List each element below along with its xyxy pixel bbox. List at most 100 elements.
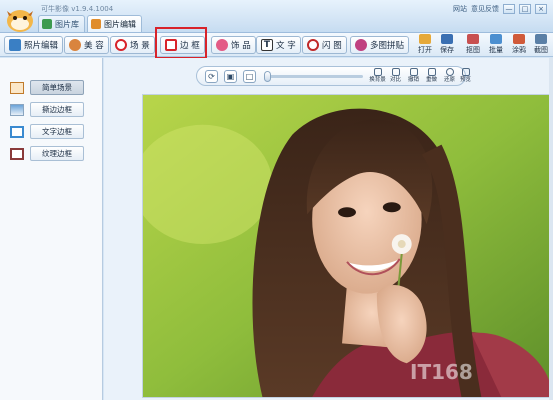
scene-icon: [115, 39, 127, 51]
batch-icon: [490, 34, 502, 44]
action-label: 还原: [443, 77, 455, 83]
image-toolbar: ⟳ ▣ □ 换背景 对比 撤销 重做 还原 预览: [196, 66, 471, 86]
open-icon: [419, 34, 431, 44]
rotate-button[interactable]: ⟳: [205, 70, 218, 83]
category-label: 纹理边框: [30, 146, 84, 161]
beauty-button[interactable]: 美 容: [64, 36, 109, 54]
restore-icon: [445, 68, 454, 76]
restore-button[interactable]: 还原: [441, 68, 458, 86]
zoom-slider[interactable]: [267, 75, 363, 78]
tab-image-library[interactable]: 图片库: [38, 15, 85, 32]
fit-screen-icon: ▣: [226, 72, 235, 81]
category-torn-frame[interactable]: 撕边边框: [10, 102, 84, 117]
canvas-area: ⟳ ▣ □ 换背景 对比 撤销 重做 还原 预览: [104, 58, 553, 400]
preview-icon: [461, 68, 470, 76]
toolbar-label: 保存: [440, 46, 454, 54]
redo-icon: [427, 68, 436, 76]
tab-label: 图片库: [55, 19, 79, 29]
screenshot-button[interactable]: 截图: [530, 34, 552, 56]
collage-icon: [355, 39, 367, 51]
preview-button[interactable]: 预览: [457, 68, 474, 86]
edit-icon: [91, 19, 101, 29]
category-simple-scene[interactable]: 简单场景: [10, 80, 84, 95]
scene-button[interactable]: 场 景: [110, 36, 155, 54]
action-label: 重做: [425, 77, 437, 83]
action-label: 预览: [459, 77, 471, 83]
toolbar-label: 抠图: [466, 46, 480, 54]
toolbar-label: 闪 图: [322, 41, 342, 51]
toolbar-label: 场 景: [130, 41, 150, 51]
main-toolbar: 照片编辑 美 容 场 景 边 框 饰 品 T 文 字 闪 图 多图拼贴 打开 保…: [0, 33, 553, 57]
fit-screen-button[interactable]: ▣: [224, 70, 237, 83]
cutout-button[interactable]: 抠图: [462, 34, 484, 56]
action-label: 对比: [389, 77, 401, 83]
toolbar-label: 截图: [534, 46, 548, 54]
toolbar-label: 涂鸦: [512, 46, 526, 54]
category-text-frame[interactable]: 文字边框: [10, 124, 84, 139]
beauty-face-icon: [69, 39, 81, 51]
compare-icon: [391, 68, 400, 76]
flash-button[interactable]: 闪 图: [302, 36, 347, 54]
frame-category-panel: 简单场景 撕边边框 文字边框 纹理边框: [0, 58, 103, 400]
change-background-button[interactable]: 换背景: [369, 68, 386, 86]
app-title: 可牛影像 v1.9.4.1004: [41, 5, 114, 13]
text-frame-thumb-icon: [10, 125, 24, 138]
frame-button-highlight: [155, 27, 207, 59]
screenshot-icon: [535, 34, 547, 44]
window-controls: 网站 意见反馈 — □ ×: [453, 4, 547, 14]
accessory-button[interactable]: 饰 品: [211, 36, 256, 54]
category-label: 简单场景: [30, 80, 84, 95]
category-texture-frame[interactable]: 纹理边框: [10, 146, 84, 161]
text-icon: T: [261, 39, 273, 51]
doodle-button[interactable]: 涂鸦: [508, 34, 530, 56]
toolbar-label: 文 字: [276, 41, 296, 51]
tab-label: 图片编辑: [104, 19, 136, 29]
simple-scene-thumb-icon: [10, 81, 24, 94]
photo-edit-button[interactable]: 照片编辑: [4, 36, 64, 54]
feedback-link[interactable]: 意见反馈: [471, 4, 499, 14]
zoom-slider-handle[interactable]: [264, 71, 271, 82]
maximize-button[interactable]: □: [519, 4, 531, 14]
doodle-icon: [513, 34, 525, 44]
photo-edit-icon: [9, 39, 21, 51]
redo-button[interactable]: 重做: [423, 68, 440, 86]
minimize-button[interactable]: —: [503, 4, 515, 14]
photo-canvas[interactable]: [142, 94, 551, 398]
undo-button[interactable]: 撤销: [405, 68, 422, 86]
cow-logo-icon: [7, 10, 33, 32]
change-background-icon: [373, 68, 382, 76]
flash-icon: [307, 39, 319, 51]
actual-size-button[interactable]: □: [243, 70, 256, 83]
vertical-scrollbar[interactable]: [549, 58, 553, 400]
cutout-icon: [467, 34, 479, 44]
texture-frame-thumb-icon: [10, 147, 24, 160]
toolbar-label: 美 容: [84, 41, 104, 51]
close-button[interactable]: ×: [535, 4, 547, 14]
tab-bar: 图片库 图片编辑: [38, 15, 142, 32]
open-button[interactable]: 打开: [414, 34, 436, 56]
batch-button[interactable]: 批量: [485, 34, 507, 56]
toolbar-label: 多图拼贴: [370, 41, 405, 51]
watermark: IT168: [410, 360, 473, 384]
bow-icon: [216, 39, 228, 51]
action-label: 换背景: [369, 77, 386, 83]
collage-button[interactable]: 多图拼贴: [350, 36, 410, 54]
toolbar-label: 批量: [489, 46, 503, 54]
title-bar: 可牛影像 v1.9.4.1004 网站 意见反馈 — □ × 图片库 图片编辑: [0, 0, 553, 33]
undo-icon: [409, 68, 418, 76]
action-label: 撤销: [407, 77, 419, 83]
toolbar-label: 饰 品: [231, 41, 251, 51]
toolbar-label: 打开: [418, 46, 432, 54]
category-label: 文字边框: [30, 124, 84, 139]
library-icon: [42, 19, 52, 29]
actual-size-icon: □: [245, 72, 254, 81]
save-icon: [441, 34, 453, 44]
tab-image-edit[interactable]: 图片编辑: [87, 15, 142, 32]
compare-button[interactable]: 对比: [387, 68, 404, 86]
text-button[interactable]: T 文 字: [256, 36, 301, 54]
rotate-icon: ⟳: [208, 72, 215, 81]
save-button[interactable]: 保存: [436, 34, 458, 56]
toolbar-label: 照片编辑: [24, 41, 59, 51]
website-link[interactable]: 网站: [453, 4, 467, 14]
torn-frame-thumb-icon: [10, 103, 24, 116]
